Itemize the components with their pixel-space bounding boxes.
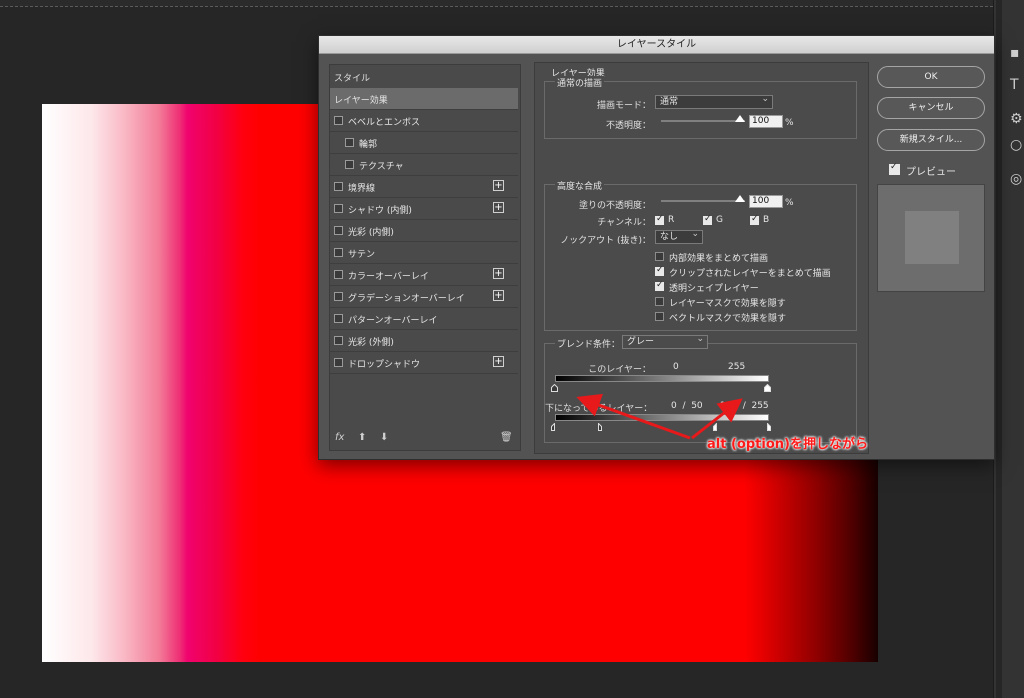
arrow-to-black-split [576, 393, 691, 440]
annotation-arrows [576, 393, 743, 440]
annotation-text: alt (option)を押しながら [707, 437, 868, 452]
